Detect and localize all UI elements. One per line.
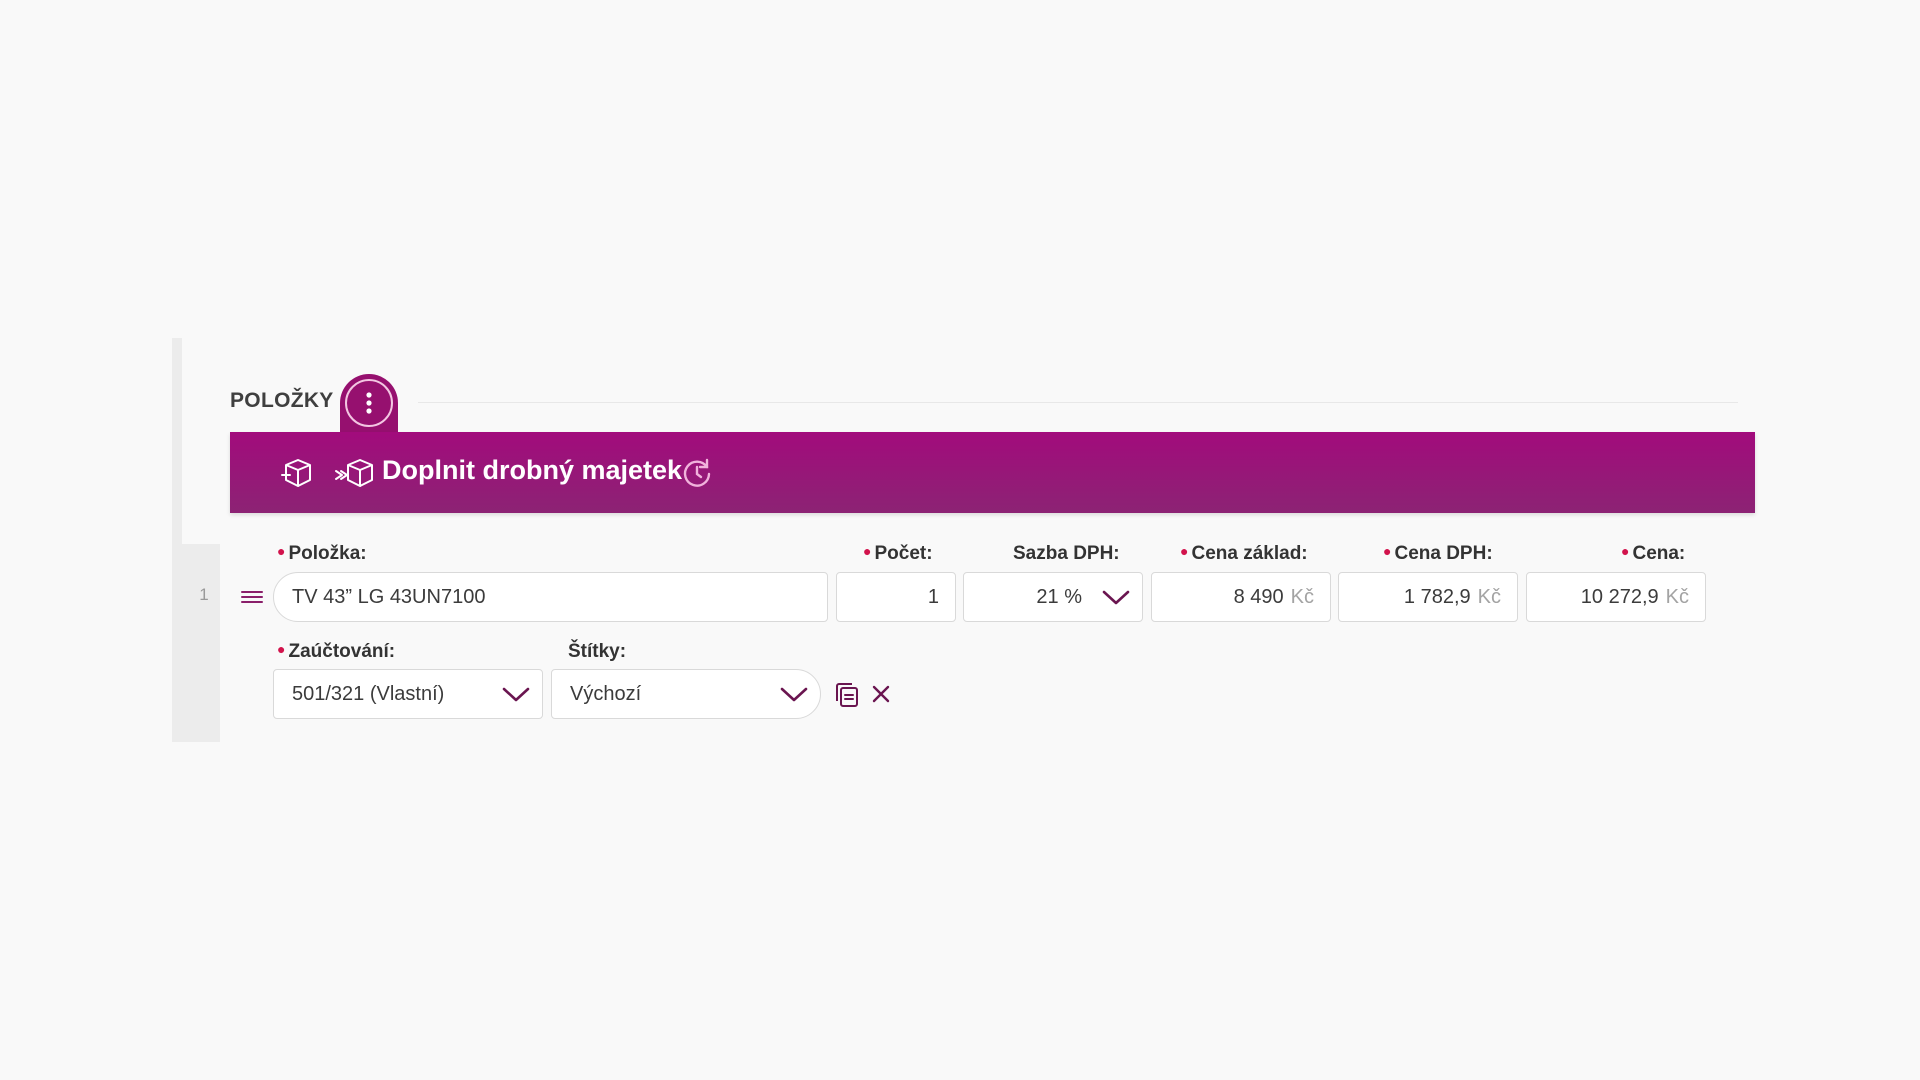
row-gutter [172,544,220,742]
required-marker: ● [1180,543,1189,559]
drag-handle-icon[interactable] [240,588,264,606]
accounting-select[interactable]: 501/321 (Vlastní) [273,669,543,719]
vat-rate-label: Sazba DPH: [1013,543,1120,564]
box-move-icon[interactable] [334,456,374,490]
more-vertical-icon [366,392,372,414]
count-input[interactable]: 1 [836,572,956,622]
left-strip [172,338,182,544]
price-vat-input[interactable]: 1 782,9 Kč [1338,572,1518,622]
item-name-input[interactable]: TV 43” LG 43UN7100 [273,572,828,622]
price-base-label: ● Cena základ: [1180,543,1308,564]
price-base-input[interactable]: 8 490 Kč [1151,572,1331,622]
tags-label: Štítky: [568,641,627,662]
price-label: ● Cena: [1621,543,1686,564]
accounting-label: ● Zaúčtování: [277,641,396,662]
chevron-down-icon [780,687,808,702]
chevron-down-icon [1102,590,1130,605]
required-marker: ● [1383,543,1392,559]
chevron-down-icon [502,687,530,702]
item-label: ● Položka: [277,543,367,564]
required-marker: ● [277,641,286,657]
section-title: POLOŽKY [230,389,334,412]
history-icon[interactable] [680,456,714,490]
vat-rate-select[interactable]: 21 % [963,572,1143,622]
more-menu-button[interactable] [345,379,393,427]
required-marker: ● [1621,543,1630,559]
box-add-icon[interactable] [278,456,314,490]
tags-select[interactable]: Výchozí [551,669,821,719]
price-input[interactable]: 10 272,9 Kč [1526,572,1706,622]
row-number: 1 [199,585,209,604]
required-marker: ● [863,543,872,559]
close-icon[interactable] [870,683,892,705]
price-vat-label: ● Cena DPH: [1383,543,1493,564]
count-label: ● Počet: [863,543,933,564]
banner-action-label[interactable]: Doplnit drobný majetek [382,455,682,486]
section-divider [418,402,1738,403]
copy-icon[interactable] [833,681,861,709]
required-marker: ● [277,543,286,559]
